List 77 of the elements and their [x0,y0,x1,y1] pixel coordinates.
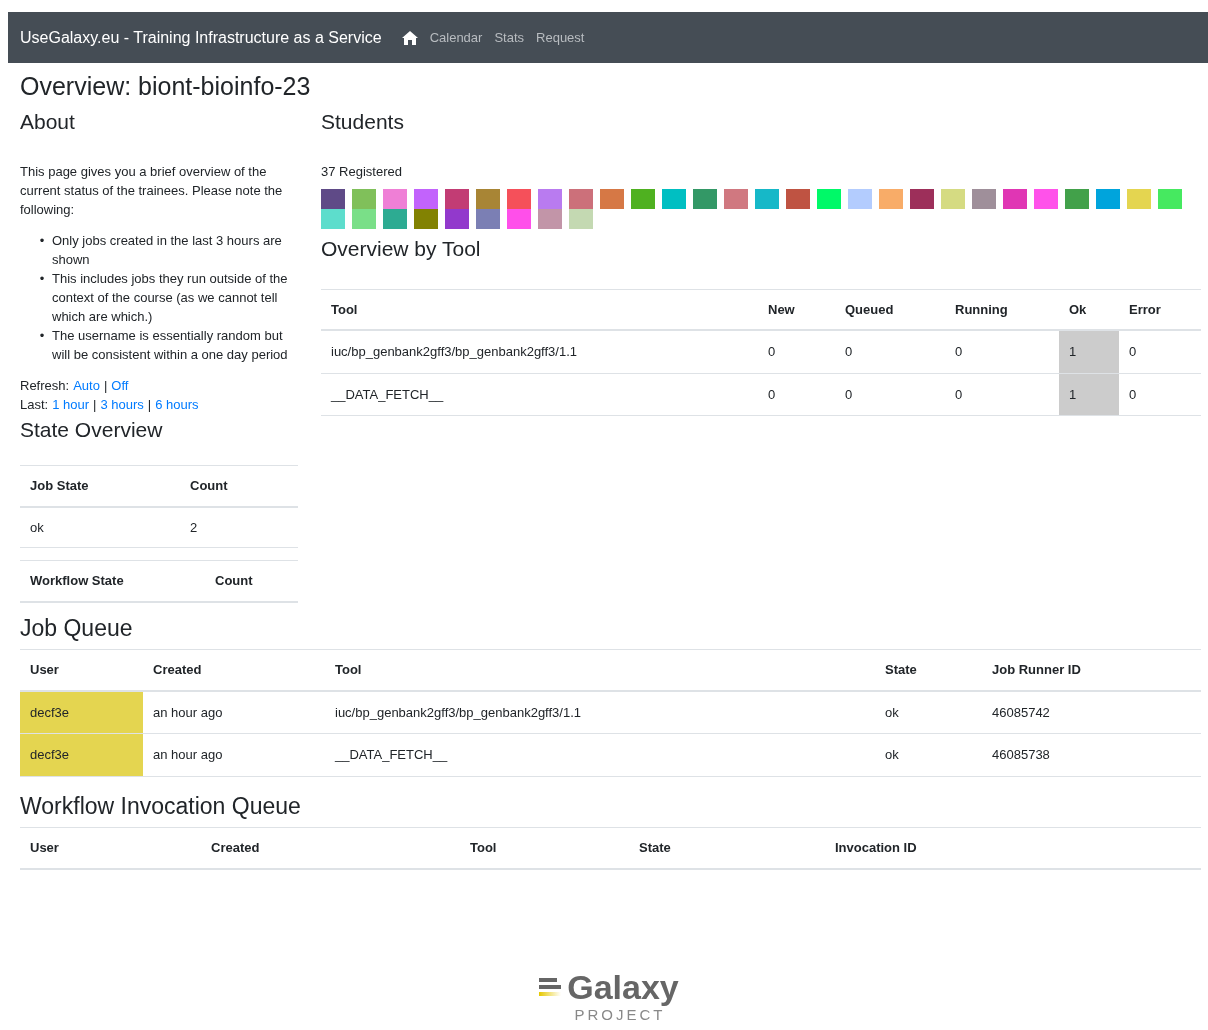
link[interactable]: Auto [73,375,100,395]
column-header: User [20,827,201,869]
section-heading: About [20,109,76,136]
page-title: Overview: biont-bioinfo-23 [20,71,312,102]
table-cell: 46085742 [982,690,1201,734]
table-cell: 0 [835,373,945,416]
table-cell: 0 [758,330,835,374]
column-header: Job Runner ID [982,649,1201,691]
table-cell: 0 [758,373,835,416]
column-header: Tool [325,649,875,691]
link[interactable]: Off [111,375,129,395]
label-text: Refresh: [20,376,70,395]
column-header: Job State [20,465,180,507]
nav-link[interactable]: Request [536,27,585,48]
column-header: New [758,289,835,331]
table-cell: an hour ago [143,690,325,734]
note-item: Only jobs created in the last 3 hours are shown [52,231,283,269]
column-header: Error [1119,289,1201,331]
table-cell: an hour ago [143,733,325,777]
column-header: Tool [321,289,758,331]
home-icon[interactable] [401,30,418,45]
note-item: The username is essentially random but will be consistent within a one day period [52,326,289,364]
section-heading: State Overview [20,416,164,443]
column-header: Ok [1059,289,1119,331]
table-cell: 0 [1119,330,1201,374]
table-cell: 1 [1059,373,1119,416]
table-cell: ok [20,506,180,548]
link[interactable]: 6 hours [155,394,199,414]
table-cell: 0 [1119,373,1201,416]
table-cell: 46085738 [982,733,1201,777]
column-header: Queued [835,289,945,331]
column-header: State [629,827,825,869]
note-item: This includes jobs they run outside of the context of the course (as we cannot tell which are which.) [52,269,289,326]
column-header: Count [205,560,298,602]
intro-paragraph: This page gives you a brief overview of the current status of the trainees. Please note the following: [20,162,284,219]
nav-link[interactable]: Calendar [429,27,483,48]
table-cell: iuc/bp_genbank2gff3/bp_genbank2gff3/1.1 [321,330,758,374]
table-cell: __DATA_FETCH__ [325,733,875,777]
logo-icon [537,975,564,998]
bullet: • [38,326,46,345]
table-cell: 2 [180,506,298,548]
label-text: Last: [20,395,49,414]
column-header: Running [945,289,1059,331]
logo-text: Galaxy [567,969,679,1004]
separator-text: | [93,395,97,414]
column-header: Tool [460,827,629,869]
table-cell: 0 [945,373,1059,416]
bullet: • [38,269,46,288]
link[interactable]: 3 hours [100,394,144,414]
table-cell: 0 [835,330,945,374]
logo-subtitle: PROJECT [574,1005,666,1025]
link[interactable]: 1 hour [52,394,90,414]
section-heading: Students [321,109,405,136]
column-header: State [875,649,982,691]
table-cell: 1 [1059,330,1119,374]
table-cell: ok [875,690,982,734]
column-header: Count [180,465,298,507]
section-heading: Job Queue [20,613,134,643]
section-heading: Overview by Tool [321,236,482,263]
brand-title[interactable]: UseGalaxy.eu - Training Infrastructure as a Service [20,25,382,50]
column-header: User [20,649,143,691]
table-cell: __DATA_FETCH__ [321,373,758,416]
column-header: Invocation ID [825,827,1201,869]
column-header: Created [201,827,460,869]
table-cell: ok [875,733,982,777]
nav-link[interactable]: Stats [494,27,525,48]
column-header: Workflow State [20,560,205,602]
table-cell: 0 [945,330,1059,374]
registered-count: 37 Registered [321,162,403,181]
separator-text: | [103,376,108,395]
table-cell: iuc/bp_genbank2gff3/bp_genbank2gff3/1.1 [325,690,875,734]
bullet: • [38,231,46,250]
column-header: Created [143,649,325,691]
section-heading: Workflow Invocation Queue [20,791,302,821]
user-cell: decf3e [20,690,143,734]
user-cell: decf3e [20,733,143,777]
separator-text: | [147,395,152,414]
